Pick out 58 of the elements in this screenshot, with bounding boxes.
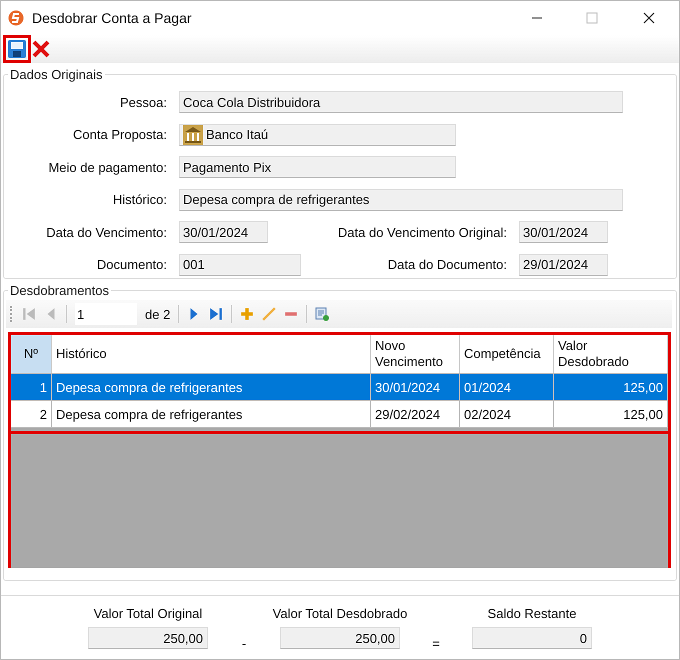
- table-cell: 29/02/2024: [370, 400, 460, 428]
- text-field[interactable]: 30/01/2024: [519, 221, 608, 244]
- table-cell: 1: [11, 374, 52, 400]
- text-field[interactable]: Banco Itaú: [179, 124, 456, 146]
- field-label: Pessoa:: [119, 94, 168, 110]
- save-button[interactable]: [5, 37, 29, 61]
- text-field[interactable]: 29/01/2024: [519, 254, 608, 276]
- page-count: de 2: [145, 306, 170, 322]
- table-cell: 01/2024: [460, 374, 554, 400]
- field-value: Banco Itaú: [206, 127, 268, 142]
- table-cell: 30/01/2024: [370, 374, 460, 400]
- table-cell: 2: [11, 400, 52, 428]
- add-icon[interactable]: [240, 307, 254, 321]
- position-field[interactable]: 1: [75, 303, 137, 325]
- text-field[interactable]: Coca Cola Distribuidora: [179, 91, 623, 114]
- field-value: Coca Cola Distribuidora: [183, 94, 320, 110]
- total-field: 250,00: [88, 627, 208, 649]
- table-cell: 02/2024: [460, 400, 554, 428]
- total-field: 0: [472, 627, 592, 649]
- text-field[interactable]: 30/01/2024: [179, 221, 268, 244]
- operator: -: [240, 636, 248, 651]
- field-label: Meio de pagamento:: [47, 160, 168, 175]
- window-title: Desdobrar Conta a Pagar: [32, 10, 192, 26]
- table-add-icon[interactable]: [315, 307, 330, 321]
- text-field[interactable]: 001: [179, 254, 301, 276]
- bank-icon: [183, 124, 203, 145]
- field-value: 001: [183, 257, 205, 272]
- operator: =: [431, 636, 441, 651]
- field-value: 29/01/2024: [523, 257, 588, 272]
- text-field[interactable]: Depesa compra de refrigerantes: [179, 188, 623, 211]
- table-cell: 125,00: [554, 400, 668, 428]
- field-label: Histórico:: [112, 192, 168, 208]
- table-cell: Depesa compra de refrigerantes: [52, 400, 370, 428]
- field-label: Data do Vencimento:: [45, 224, 168, 240]
- field-value: 30/01/2024: [183, 224, 248, 240]
- table-cell: Depesa compra de refrigerantes: [52, 374, 370, 400]
- total-field: 250,00: [280, 627, 400, 649]
- field-value: Pagamento Pix: [183, 160, 272, 175]
- field-label: Conta Proposta:: [72, 127, 168, 142]
- cancel-icon[interactable]: [31, 39, 51, 59]
- field-label: Data do Documento:: [386, 257, 508, 272]
- last-icon[interactable]: [209, 307, 224, 321]
- close-icon[interactable]: [643, 12, 655, 24]
- field-value: 30/01/2024: [523, 224, 588, 240]
- group-title: Dados Originais: [9, 67, 104, 82]
- total-label: Valor Total Desdobrado: [272, 606, 408, 621]
- field-value: Depesa compra de refrigerantes: [183, 192, 370, 208]
- column-header[interactable]: Nº: [11, 335, 52, 374]
- total-label: Valor Total Original: [94, 606, 202, 621]
- total-label: Saldo Restante: [488, 606, 576, 621]
- group-title: Desdobramentos: [9, 283, 110, 298]
- field-label: Data do Vencimento Original:: [336, 224, 508, 240]
- app-logo-icon: [8, 10, 24, 26]
- table-row[interactable]: 2 Depesa compra de refrigerantes 29/02/2024 02/2024 125,00: [11, 400, 668, 428]
- table-cell: 125,00: [554, 374, 668, 400]
- field-label: Documento:: [96, 257, 168, 272]
- table-row[interactable]: 1 Depesa compra de refrigerantes 30/01/2024 01/2024 125,00: [11, 374, 668, 400]
- text-field[interactable]: Pagamento Pix: [179, 156, 456, 178]
